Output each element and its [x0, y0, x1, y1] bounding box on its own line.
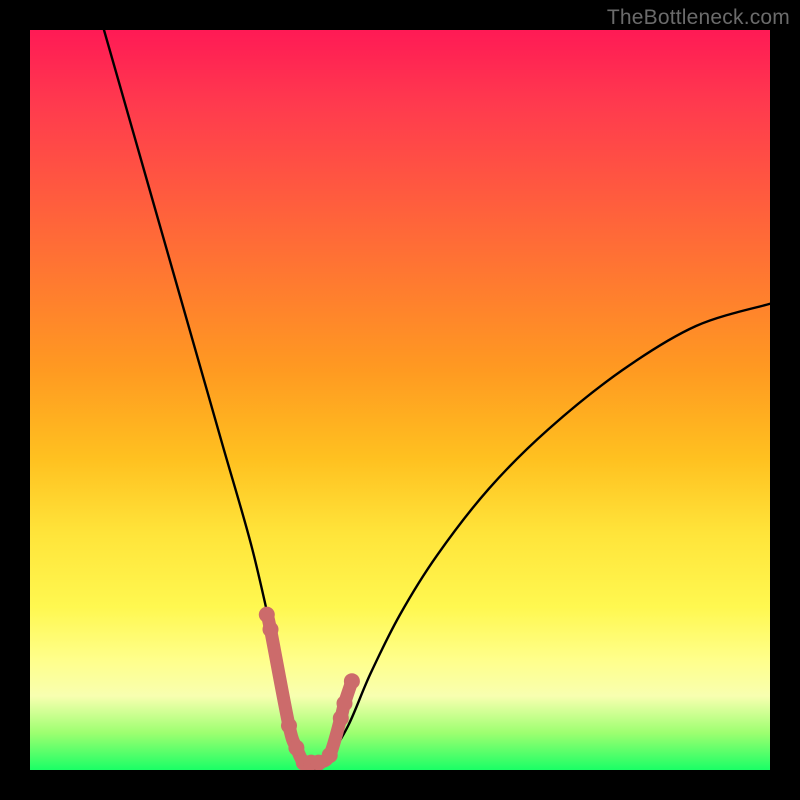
bottleneck-curve	[104, 30, 770, 770]
chart-plot-area	[30, 30, 770, 770]
highlight-dot	[333, 710, 349, 726]
highlight-dot	[322, 747, 338, 763]
highlight-dot	[344, 673, 360, 689]
chart-svg	[30, 30, 770, 770]
watermark-text: TheBottleneck.com	[607, 6, 790, 30]
chart-frame: TheBottleneck.com	[0, 0, 800, 800]
highlight-dot	[337, 695, 353, 711]
highlight-dot	[281, 718, 297, 734]
highlight-dot	[288, 740, 304, 756]
highlight-dot	[259, 607, 275, 623]
highlight-segment	[267, 615, 352, 764]
highlight-dot	[263, 621, 279, 637]
